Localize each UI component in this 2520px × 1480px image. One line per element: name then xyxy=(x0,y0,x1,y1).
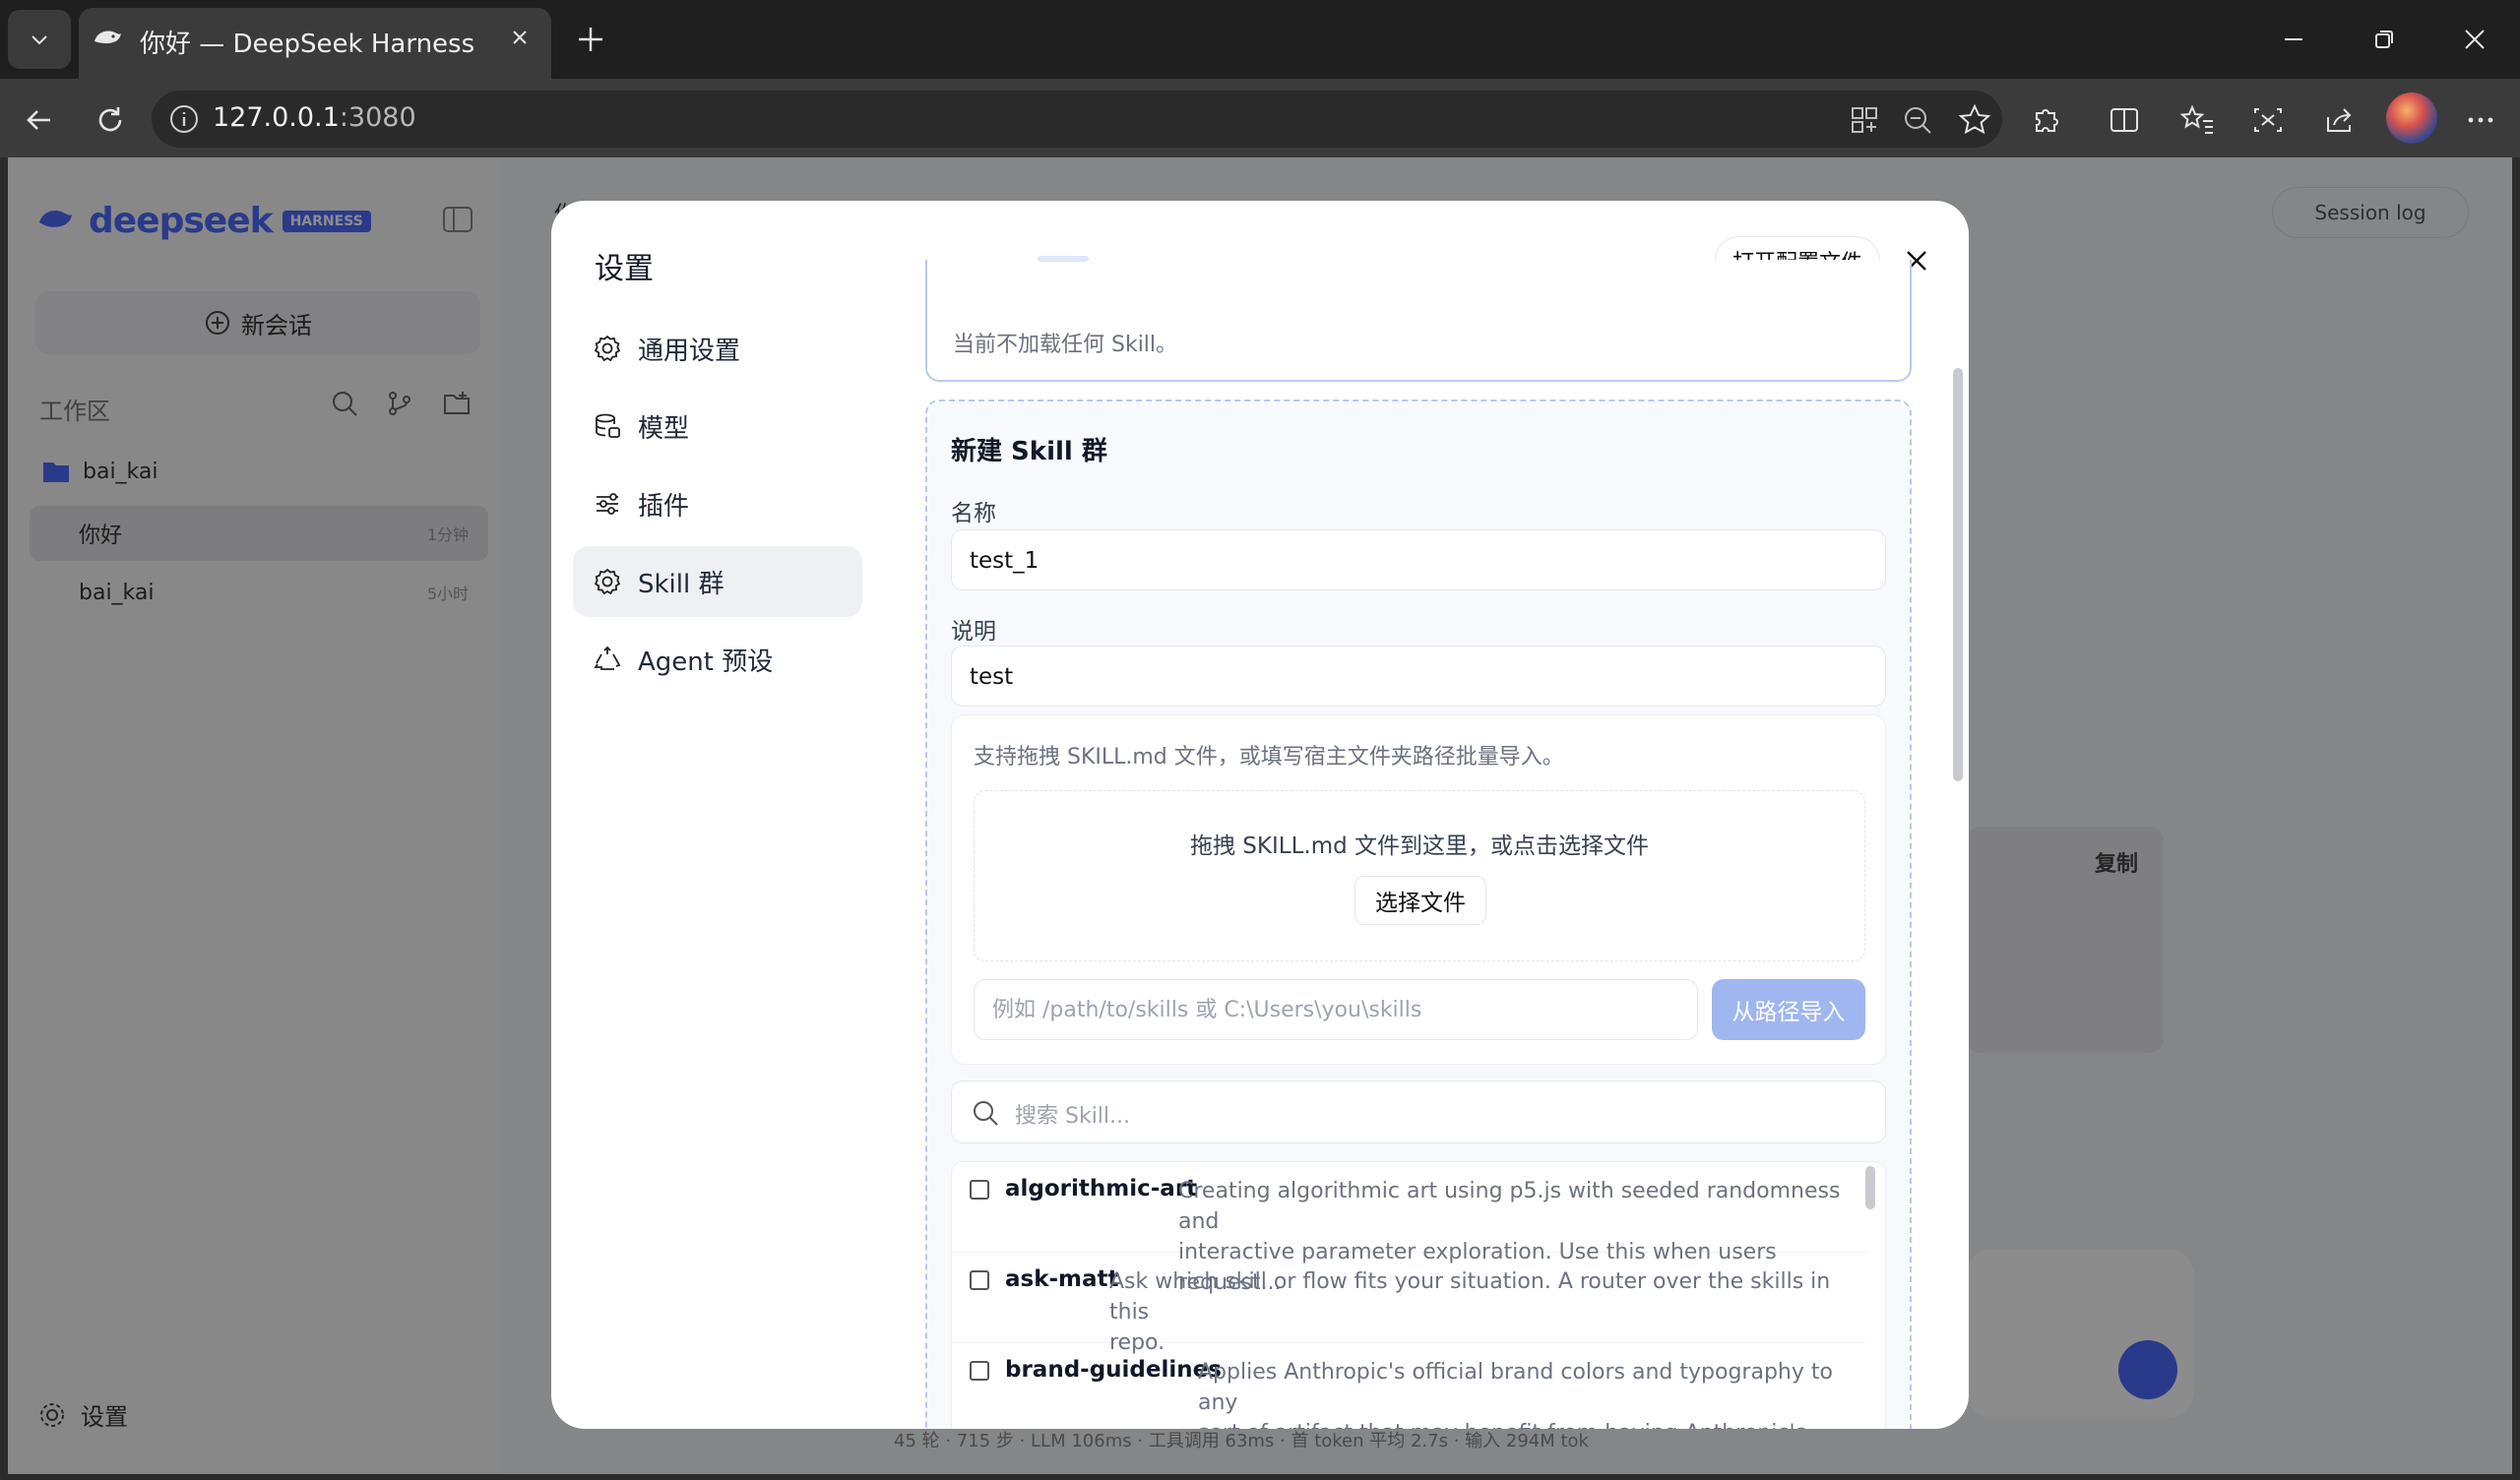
nav-item-skill-group[interactable]: Skill 群 xyxy=(573,546,862,617)
nav-item-plugins[interactable]: 插件 xyxy=(573,468,862,539)
share-icon xyxy=(2327,108,2352,132)
nav-label: Agent 预设 xyxy=(638,647,774,677)
info-icon[interactable] xyxy=(167,102,201,136)
settings-modal: 设置 打开配置文件 通用设置 模型 插件 Skill 群 Agent 预设 当前… xyxy=(551,201,1969,1429)
tab-title: 你好 — DeepSeek Harness xyxy=(140,30,475,59)
database-icon xyxy=(596,413,620,438)
reload-button[interactable] xyxy=(89,98,132,142)
close-icon xyxy=(513,31,527,44)
skill-search-input[interactable]: 搜索 Skill... xyxy=(951,1080,1886,1143)
skill-checkbox[interactable] xyxy=(970,1180,989,1200)
close-icon xyxy=(2465,30,2485,49)
import-panel: 支持拖拽 SKILL.md 文件，或填写宿主文件夹路径批量导入。 拖拽 SKIL… xyxy=(951,714,1886,1065)
profile-avatar[interactable] xyxy=(2386,92,2437,144)
zoom-out-button[interactable] xyxy=(1896,98,1939,142)
tab-actions-menu-button[interactable] xyxy=(8,10,71,69)
skill-name: brand-guidelines xyxy=(1005,1357,1222,1383)
whale-favicon-icon xyxy=(94,31,121,44)
path-input[interactable]: 例如 /path/to/skills 或 C:\Users\you\skills xyxy=(974,979,1698,1040)
search-icon xyxy=(974,1101,998,1126)
skill-list: algorithmic-art Creating algorithmic art… xyxy=(951,1161,1886,1429)
new-tab-button[interactable] xyxy=(571,20,610,59)
skill-group-card-none[interactable]: 当前不加载任何 Skill。 xyxy=(925,256,1912,382)
content-scrollbar[interactable] xyxy=(1953,368,1963,781)
more-icon xyxy=(2468,117,2493,123)
window-close-button[interactable] xyxy=(2455,20,2494,59)
nav-label: 通用设置 xyxy=(638,336,741,366)
minimize-icon xyxy=(2285,38,2302,40)
app-available-button[interactable] xyxy=(1843,98,1886,142)
name-label: 名称 xyxy=(951,501,996,526)
import-from-path-button[interactable]: 从路径导入 xyxy=(1712,979,1865,1040)
drop-zone-text: 拖拽 SKILL.md 文件到这里，或点击选择文件 xyxy=(1189,833,1650,859)
extensions-button[interactable] xyxy=(2024,98,2067,142)
url-host: 127.0.0.1 xyxy=(213,102,340,133)
minimize-button[interactable] xyxy=(2274,20,2313,59)
reload-icon xyxy=(98,107,122,132)
restore-button[interactable] xyxy=(2364,20,2404,59)
url-text[interactable]: 127.0.0.1:3080 xyxy=(213,102,416,133)
browser-menu-button[interactable] xyxy=(2459,98,2502,142)
skill-list-scrollbar[interactable] xyxy=(1865,1166,1875,1209)
card-tag xyxy=(1038,256,1089,262)
gear-icon xyxy=(594,568,621,595)
share-button[interactable] xyxy=(2317,98,2361,142)
address-bar[interactable] xyxy=(152,91,2002,148)
arrow-left-icon xyxy=(27,110,50,130)
skill-row[interactable]: ask-matt Ask which skill or flow fits yo… xyxy=(952,1253,1867,1355)
puzzle-icon xyxy=(2036,109,2058,132)
name-input[interactable]: test_1 xyxy=(951,529,1886,590)
file-drop-zone[interactable]: 拖拽 SKILL.md 文件到这里，或点击选择文件 选择文件 xyxy=(974,790,1865,961)
plus-icon xyxy=(579,28,602,51)
new-group-heading: 新建 Skill 群 xyxy=(951,437,1107,466)
choose-file-button[interactable]: 选择文件 xyxy=(1354,876,1486,925)
url-port: :3080 xyxy=(339,102,416,133)
nav-item-model[interactable]: 模型 xyxy=(573,391,862,462)
chevron-down-icon xyxy=(32,35,47,45)
skill-name: algorithmic-art xyxy=(1005,1176,1198,1202)
new-skill-group-card: 新建 Skill 群 名称 test_1 说明 test 支持拖拽 SKILL.… xyxy=(925,400,1912,1429)
nav-label: 模型 xyxy=(638,413,690,444)
search-placeholder: 搜索 Skill... xyxy=(1015,1104,1131,1129)
browser-tab-bar: 你好 — DeepSeek Harness xyxy=(0,0,2520,79)
back-button[interactable] xyxy=(18,98,61,142)
skill-checkbox[interactable] xyxy=(970,1361,989,1381)
skill-checkbox[interactable] xyxy=(970,1270,989,1290)
favorites-list-icon xyxy=(2179,104,2213,134)
favorite-button[interactable] xyxy=(1953,98,1996,142)
tab-close-button[interactable] xyxy=(504,22,536,53)
skill-row[interactable]: algorithmic-art Creating algorithmic art… xyxy=(952,1162,1867,1295)
gear-icon xyxy=(594,335,621,362)
recycle-icon xyxy=(594,646,621,670)
apps-icon xyxy=(1852,107,1877,133)
import-hint: 支持拖拽 SKILL.md 文件，或填写宿主文件夹路径批量导入。 xyxy=(974,745,1564,770)
nav-label: 插件 xyxy=(638,491,690,522)
modal-title: 设置 xyxy=(595,252,654,286)
favorites-button[interactable] xyxy=(2175,98,2219,142)
sliders-icon xyxy=(597,493,618,515)
skill-description: Applies Anthropic's official brand color… xyxy=(1198,1360,1833,1429)
star-icon xyxy=(1958,103,1991,135)
skill-row[interactable]: brand-guidelines Applies Anthropic's off… xyxy=(952,1343,1867,1429)
nav-item-agent-presets[interactable]: Agent 预设 xyxy=(573,624,862,695)
zoom-out-icon xyxy=(1905,107,1931,134)
no-skill-text: 当前不加载任何 Skill。 xyxy=(953,333,1178,357)
nav-item-general[interactable]: 通用设置 xyxy=(573,313,862,384)
screenshot-icon xyxy=(2254,108,2282,132)
description-input[interactable]: test xyxy=(951,646,1886,707)
split-screen-icon xyxy=(2110,108,2138,132)
description-label: 说明 xyxy=(951,619,996,645)
restore-icon xyxy=(2375,31,2393,48)
skill-name: ask-matt xyxy=(1005,1266,1119,1292)
nav-label: Skill 群 xyxy=(638,569,724,599)
split-screen-button[interactable] xyxy=(2103,98,2146,142)
screenshot-button[interactable] xyxy=(2246,98,2290,142)
